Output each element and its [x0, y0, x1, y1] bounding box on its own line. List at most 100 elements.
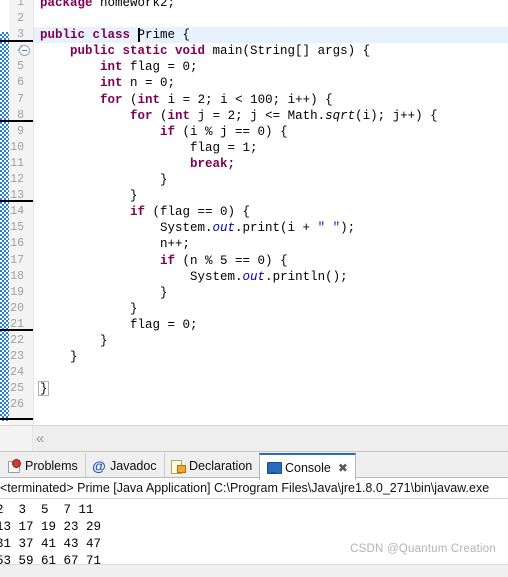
- console-output-line: 2 3 5 7 11: [0, 503, 94, 517]
- watermark: CSDN @Quantum Creation: [350, 543, 496, 555]
- code-text: public static void main(String[] args) {: [70, 44, 371, 59]
- line-number: 9: [17, 124, 24, 138]
- breadcrumb-gutter-pad: [0, 426, 33, 451]
- code-line[interactable]: 6 int n = 0;: [17, 75, 508, 91]
- console-launch-header: <terminated> Prime [Java Application] C:…: [0, 478, 508, 499]
- code-text: for (int i = 2; i < 100; i++) {: [100, 92, 333, 107]
- code-line[interactable]: 14 if (flag == 0) {: [10, 204, 508, 220]
- line-number: 6: [17, 76, 24, 90]
- code-line[interactable]: 5 int flag = 0;: [17, 59, 508, 75]
- tab-label: Console: [285, 460, 331, 475]
- close-icon[interactable]: ✖: [338, 462, 348, 474]
- code-text: package homework2;: [40, 0, 176, 10]
- tab-label: Problems: [25, 459, 78, 473]
- code-line[interactable]: 19 }: [10, 285, 508, 301]
- tab-label: Javadoc: [110, 459, 157, 473]
- code-text: int flag = 0;: [100, 60, 198, 75]
- line-number: 24: [10, 366, 24, 380]
- code-lines[interactable]: 1 package homework2; 2 3 public class Prime …: [10, 0, 508, 413]
- line-number: 12: [10, 173, 24, 187]
- code-text: System.out.println();: [40, 269, 348, 284]
- text-caret: [138, 28, 140, 43]
- chevron-left-icon[interactable]: «: [36, 431, 44, 446]
- line-number: 23: [10, 350, 24, 364]
- declaration-icon: [171, 459, 186, 474]
- code-line[interactable]: 16 n++;: [10, 236, 508, 252]
- code-line[interactable]: 10 flag = 1;: [10, 140, 508, 156]
- eclipse-ide-window: 1 package homework2; 2 3 public class Prime …: [0, 0, 508, 577]
- code-line[interactable]: 26: [10, 397, 508, 413]
- console-status-strip: [0, 564, 508, 577]
- code-text: int n = 0;: [100, 76, 176, 91]
- code-text: flag = 0;: [40, 317, 198, 332]
- line-number: 5: [17, 60, 24, 74]
- view-tab-bar[interactable]: Problems @ Javadoc Declaration Console ✖: [0, 451, 508, 480]
- problems-icon: [7, 459, 21, 473]
- code-line[interactable]: 15 System.out.print(i + " ");: [10, 220, 508, 236]
- code-line[interactable]: 9 if (i % j == 0) {: [17, 124, 508, 140]
- code-line[interactable]: 24: [10, 365, 508, 381]
- code-line[interactable]: 2: [17, 11, 508, 27]
- code-line[interactable]: 18 System.out.println();: [10, 269, 508, 285]
- line-number: 22: [10, 333, 24, 347]
- line-number: 25: [10, 382, 24, 396]
- code-line[interactable]: 17 if (n % 5 == 0) {: [10, 253, 508, 269]
- code-text: flag = 1;: [40, 140, 258, 155]
- tab-label: Declaration: [189, 459, 253, 473]
- breadcrumb[interactable]: «: [0, 425, 508, 451]
- line-number: 13: [10, 189, 24, 203]
- code-text: for (int j = 2; j <= Math.sqrt(i); j++) …: [130, 108, 438, 123]
- code-line[interactable]: 20 }: [10, 301, 508, 317]
- line-number: 3: [17, 28, 24, 42]
- code-line[interactable]: 21 flag = 0;: [10, 317, 508, 333]
- code-line[interactable]: 23 }: [10, 349, 508, 365]
- code-text: if (i % j == 0) {: [160, 124, 288, 139]
- line-number: 10: [10, 140, 24, 154]
- tab-console[interactable]: Console ✖: [259, 453, 356, 480]
- code-text: }: [40, 285, 168, 300]
- java-editor[interactable]: 1 package homework2; 2 3 public class Prime …: [0, 0, 508, 425]
- code-text: }: [40, 173, 168, 188]
- code-text: }: [40, 189, 138, 204]
- code-text: }: [40, 333, 108, 348]
- code-area[interactable]: 1 package homework2; 2 3 public class Prime …: [10, 0, 508, 425]
- tab-javadoc[interactable]: @ Javadoc: [85, 453, 165, 479]
- code-text: }: [40, 350, 78, 365]
- code-text: n++;: [40, 237, 191, 252]
- line-number: 16: [10, 237, 24, 251]
- code-text: if (flag == 0) {: [130, 205, 251, 220]
- tab-declaration[interactable]: Declaration: [164, 453, 261, 479]
- bracket-match-box: [38, 381, 49, 397]
- code-text: System.out.print(i + " ");: [40, 221, 356, 236]
- code-line[interactable]: 4 public static void main(String[] args)…: [17, 43, 508, 59]
- code-line[interactable]: 25}: [10, 381, 508, 397]
- code-line[interactable]: 12 }: [10, 172, 508, 188]
- console-output-line: 13 17 19 23 29: [0, 520, 102, 534]
- code-line[interactable]: 11 break;: [10, 156, 508, 172]
- code-line[interactable]: 22 }: [10, 333, 508, 349]
- line-number: 1: [17, 0, 24, 9]
- code-line[interactable]: 8 for (int j = 2; j <= Math.sqrt(i); j++…: [17, 108, 508, 124]
- line-number: 15: [10, 221, 24, 235]
- line-number: 26: [10, 398, 24, 412]
- console-view[interactable]: <terminated> Prime [Java Application] C:…: [0, 478, 508, 577]
- line-number: 20: [10, 301, 24, 315]
- line-number: 2: [17, 12, 24, 26]
- code-line[interactable]: 7 for (int i = 2; i < 100; i++) {: [17, 92, 508, 108]
- code-line[interactable]: 3 public class Prime {: [17, 27, 508, 43]
- line-number: 17: [10, 253, 24, 267]
- code-line[interactable]: 1 package homework2;: [17, 0, 508, 11]
- code-text: }: [40, 301, 138, 316]
- console-output: 2 3 5 7 11 13 17 19 23 29 31 37 41 43 47 53…: [0, 499, 508, 570]
- line-number: 21: [10, 317, 24, 331]
- line-number: 11: [10, 156, 24, 170]
- code-text: public class Prime {: [40, 28, 191, 43]
- line-number: 14: [10, 205, 24, 219]
- code-text: if (n % 5 == 0) {: [160, 253, 288, 268]
- line-number: 18: [10, 269, 24, 283]
- code-text: break;: [190, 156, 236, 171]
- tab-problems[interactable]: Problems: [0, 453, 86, 479]
- line-number: 7: [17, 92, 24, 106]
- code-line[interactable]: 13 }: [10, 188, 508, 204]
- line-number: 19: [10, 285, 24, 299]
